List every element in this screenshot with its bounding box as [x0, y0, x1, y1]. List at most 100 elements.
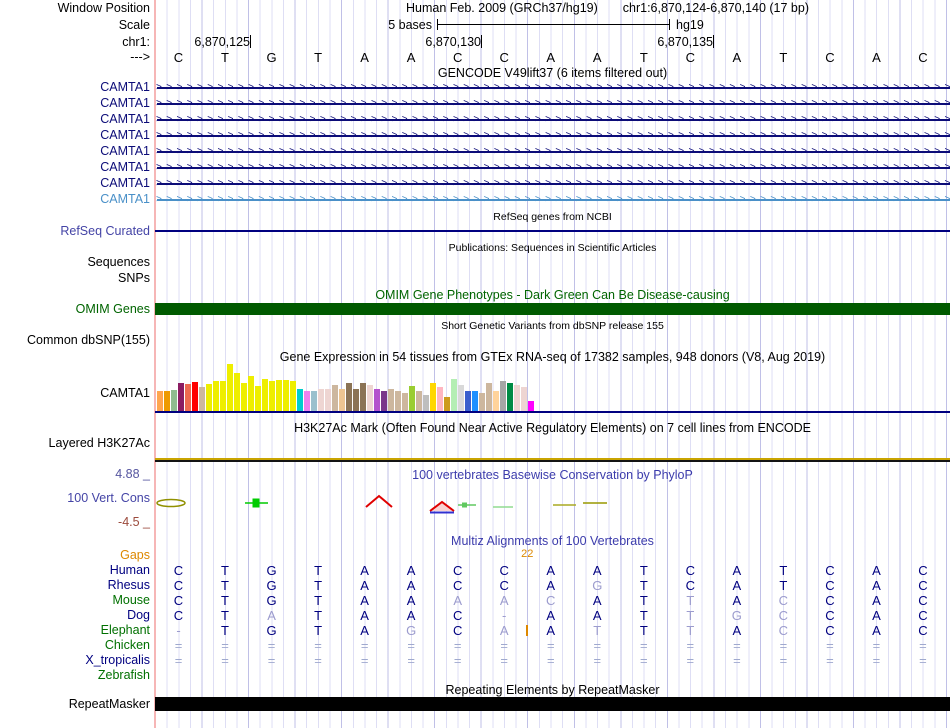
gencode-transcript-row[interactable]: >>>>>>>>>>>>>>>>>>>>>>>>>>>>>>>>>>>>>>>>… [155, 192, 950, 208]
multiz-species-label[interactable]: X_tropicalis [0, 653, 150, 667]
gencode-transcript-row[interactable]: >>>>>>>>>>>>>>>>>>>>>>>>>>>>>>>>>>>>>>>>… [155, 160, 950, 176]
multiz-gaps-label[interactable]: Gaps [0, 548, 150, 562]
gtex-tissue-bar[interactable] [234, 373, 240, 411]
gtex-gene-label[interactable]: CAMTA1 [0, 386, 150, 400]
ruler-coordinate[interactable]: 6,870,135 [621, 35, 713, 49]
repeatmasker-track-title[interactable]: Repeating Elements by RepeatMasker [155, 683, 950, 697]
ruler-coordinate[interactable]: 6,870,130 [389, 35, 481, 49]
gtex-tissue-bar[interactable] [479, 393, 485, 411]
h3k27ac-signal-line-black[interactable] [155, 460, 950, 462]
gtex-tissue-bar[interactable] [311, 391, 317, 411]
gencode-transcript-label[interactable]: CAMTA1 [0, 80, 150, 94]
multiz-species-label[interactable]: Zebrafish [0, 668, 150, 682]
multiz-species-label[interactable]: Rhesus [0, 578, 150, 592]
gtex-tissue-bar[interactable] [521, 387, 527, 411]
gtex-tissue-bar[interactable] [227, 364, 233, 411]
multiz-track-title[interactable]: Multiz Alignments of 100 Vertebrates [155, 534, 950, 548]
omim-gene-bar[interactable] [155, 303, 950, 315]
gencode-transcript-label[interactable]: CAMTA1 [0, 112, 150, 126]
gencode-transcript-label[interactable]: CAMTA1 [0, 96, 150, 110]
gtex-tissue-bar[interactable] [437, 387, 443, 411]
gencode-transcript-label[interactable]: CAMTA1 [0, 128, 150, 142]
phylop-conservation-wiggle[interactable] [155, 490, 950, 516]
gtex-tissue-bar[interactable] [213, 381, 219, 411]
phylop-track-label[interactable]: 100 Vert. Cons [0, 491, 150, 505]
multiz-species-label[interactable]: Elephant [0, 623, 150, 637]
gtex-tissue-bar[interactable] [297, 389, 303, 411]
gtex-tissue-bar[interactable] [528, 401, 534, 411]
h3k27ac-track-title[interactable]: H3K27Ac Mark (Often Found Near Active Re… [155, 421, 950, 435]
repeatmasker-element-bar[interactable] [155, 697, 950, 711]
gtex-tissue-bar[interactable] [269, 381, 275, 411]
gtex-tissue-bar[interactable] [157, 391, 163, 411]
gtex-tissue-bar[interactable] [458, 385, 464, 411]
gtex-tissue-bar[interactable] [430, 383, 436, 411]
gtex-tissue-bar[interactable] [206, 384, 212, 411]
publications-track-title[interactable]: Publications: Sequences in Scientific Ar… [155, 241, 950, 255]
repeatmasker-label[interactable]: RepeatMasker [0, 697, 150, 711]
multiz-species-label[interactable]: Dog [0, 608, 150, 622]
gtex-tissue-bar[interactable] [171, 390, 177, 411]
refseq-curated-label[interactable]: RefSeq Curated [0, 224, 150, 238]
gencode-transcript-label[interactable]: CAMTA1 [0, 192, 150, 206]
layered-h3k27ac-label[interactable]: Layered H3K27Ac [0, 436, 150, 450]
gtex-tissue-bar[interactable] [388, 389, 394, 411]
phylop-track-title[interactable]: 100 vertebrates Basewise Conservation by… [155, 468, 950, 482]
gtex-tissue-bar[interactable] [444, 397, 450, 411]
gencode-transcript-row[interactable]: >>>>>>>>>>>>>>>>>>>>>>>>>>>>>>>>>>>>>>>>… [155, 80, 950, 96]
gtex-tissue-bar[interactable] [318, 389, 324, 411]
gencode-transcript-row[interactable]: >>>>>>>>>>>>>>>>>>>>>>>>>>>>>>>>>>>>>>>>… [155, 144, 950, 160]
gtex-tissue-bar[interactable] [276, 380, 282, 411]
gtex-tissue-bar[interactable] [409, 386, 415, 411]
gtex-tissue-bar[interactable] [416, 391, 422, 411]
gtex-tissue-bar[interactable] [381, 391, 387, 411]
gtex-tissue-bar[interactable] [353, 389, 359, 411]
gtex-tissue-bar[interactable] [374, 389, 380, 411]
refseq-curated-gene-line[interactable] [155, 230, 950, 232]
gtex-tissue-bar[interactable] [339, 389, 345, 411]
publications-snps-label[interactable]: SNPs [0, 271, 150, 285]
gtex-tissue-bar[interactable] [514, 385, 520, 411]
gtex-tissue-bar[interactable] [255, 386, 261, 411]
gencode-transcript-label[interactable]: CAMTA1 [0, 176, 150, 190]
gtex-tissue-bar[interactable] [241, 383, 247, 411]
omim-genes-label[interactable]: OMIM Genes [0, 302, 150, 316]
gencode-track-title[interactable]: GENCODE V49lift37 (6 items filtered out) [155, 66, 950, 80]
common-dbsnp-label[interactable]: Common dbSNP(155) [0, 333, 150, 347]
gencode-transcript-row[interactable]: >>>>>>>>>>>>>>>>>>>>>>>>>>>>>>>>>>>>>>>>… [155, 128, 950, 144]
gtex-tissue-bar[interactable] [290, 381, 296, 411]
gtex-tissue-bar[interactable] [367, 385, 373, 411]
gtex-tissue-bar[interactable] [493, 391, 499, 411]
gtex-tissue-bar[interactable] [402, 393, 408, 411]
gtex-tissue-bar[interactable] [472, 391, 478, 411]
multiz-species-label[interactable]: Chicken [0, 638, 150, 652]
gtex-tissue-bar[interactable] [192, 382, 198, 411]
gtex-tissue-bar[interactable] [332, 385, 338, 411]
ruler-coordinate[interactable]: 6,870,125 [158, 35, 250, 49]
gencode-transcript-row[interactable]: >>>>>>>>>>>>>>>>>>>>>>>>>>>>>>>>>>>>>>>>… [155, 112, 950, 128]
gtex-tissue-bar[interactable] [465, 391, 471, 411]
gtex-tissue-bar[interactable] [346, 383, 352, 411]
gencode-transcript-label[interactable]: CAMTA1 [0, 160, 150, 174]
gtex-tissue-bar[interactable] [220, 381, 226, 411]
gtex-tissue-bar[interactable] [185, 384, 191, 411]
multiz-species-label[interactable]: Mouse [0, 593, 150, 607]
omim-track-title[interactable]: OMIM Gene Phenotypes - Dark Green Can Be… [155, 288, 950, 302]
gtex-tissue-bar[interactable] [248, 376, 254, 411]
gtex-tissue-bar[interactable] [486, 383, 492, 411]
dbsnp-track-title[interactable]: Short Genetic Variants from dbSNP releas… [155, 319, 950, 333]
gtex-tissue-bar[interactable] [262, 379, 268, 411]
gencode-transcript-row[interactable]: >>>>>>>>>>>>>>>>>>>>>>>>>>>>>>>>>>>>>>>>… [155, 176, 950, 192]
gtex-tissue-bar[interactable] [423, 395, 429, 411]
gtex-tissue-bar[interactable] [325, 389, 331, 411]
gtex-tissue-bar[interactable] [178, 383, 184, 411]
multiz-species-label[interactable]: Human [0, 563, 150, 577]
refseq-track-title[interactable]: RefSeq genes from NCBI [155, 210, 950, 224]
gtex-tissue-bar[interactable] [199, 387, 205, 411]
gtex-tissue-bar[interactable] [304, 391, 310, 411]
gtex-tissue-bar[interactable] [283, 380, 289, 411]
gtex-tissue-bar[interactable] [164, 391, 170, 411]
publications-sequences-label[interactable]: Sequences [0, 255, 150, 269]
gtex-track-title[interactable]: Gene Expression in 54 tissues from GTEx … [155, 350, 950, 364]
gtex-tissue-bar[interactable] [395, 391, 401, 411]
